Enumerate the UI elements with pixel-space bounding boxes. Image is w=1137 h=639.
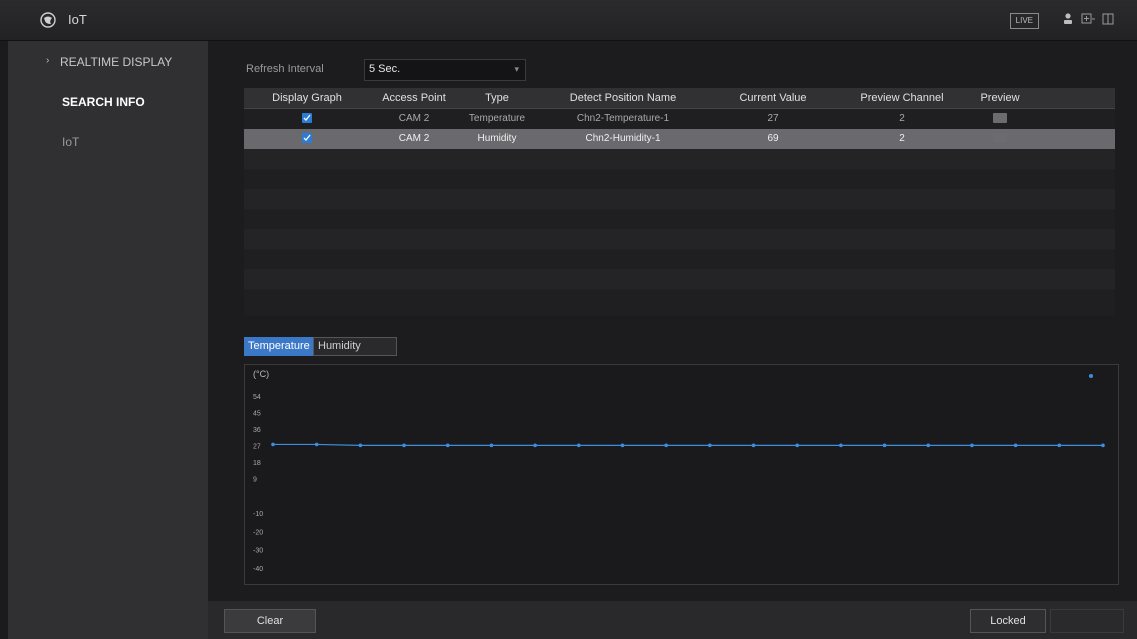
empty-row [244,289,1115,309]
sidebar-item-search-info[interactable]: SEARCH INFO [8,81,208,121]
data-point [445,443,450,448]
display-graph-checkbox[interactable] [302,113,312,123]
sidebar: › REALTIME DISPLAY SEARCH INFO IoT [8,41,208,639]
locked-button[interactable]: Locked [970,609,1046,633]
empty-row [244,209,1115,229]
refresh-interval-label: Refresh Interval [246,63,324,75]
y-tick-label: 27 [253,443,261,450]
iot-globe-icon [40,12,56,28]
data-point [576,443,581,448]
clear-button[interactable]: Clear [224,609,316,633]
app-title: IoT [68,12,87,27]
top-bar: IoT LIVE [0,0,1137,41]
col-current-value: Current Value [739,92,807,104]
tile-icon[interactable] [1101,12,1115,26]
y-tick-label: -10 [253,511,263,518]
data-point [970,443,974,448]
sidebar-item-realtime-display[interactable]: › REALTIME DISPLAY [8,41,208,81]
empty-row [244,229,1115,249]
data-point [795,443,800,448]
data-point [402,443,406,448]
col-preview: Preview [980,92,1020,104]
data-point [314,442,319,447]
current-value-cell: 69 [767,133,779,144]
y-tick-label: -40 [253,566,263,573]
data-point [271,442,275,447]
preview-channel-cell: 2 [899,133,905,144]
data-point [489,443,494,448]
bottom-bar: Clear Locked [208,601,1137,639]
table-row[interactable]: CAM 2 Humidity Chn2-Humidity-1 69 2 [244,129,1115,149]
data-point [1101,443,1105,448]
sidebar-item-label: IoT [62,135,80,149]
access-point-cell: CAM 2 [398,133,430,144]
preview-icon[interactable] [993,113,1007,123]
add-icon[interactable] [1081,12,1095,26]
y-tick-label: 18 [253,460,261,467]
type-cell: Humidity [477,133,517,144]
data-point [533,443,537,448]
sidebar-item-label: REALTIME DISPLAY [60,55,173,69]
detect-position-name-cell: Chn2-Humidity-1 [585,133,661,144]
col-access-point: Access Point [382,92,446,104]
tab-humidity[interactable]: Humidity [313,337,397,356]
data-point [620,443,625,448]
table-row[interactable]: CAM 2 Temperature Chn2-Temperature-1 27 … [244,109,1115,129]
y-axis-unit-label: (°C) [253,369,269,379]
refresh-interval-select[interactable]: 5 Sec. ▾ [364,59,526,81]
empty-row [244,189,1115,209]
data-point [1057,443,1062,448]
empty-row [244,269,1115,289]
tab-temperature[interactable]: Temperature [244,337,317,356]
y-tick-label: -20 [253,529,263,536]
data-point [664,443,668,448]
sidebar-item-iot[interactable]: IoT [8,121,208,161]
data-point [708,443,712,448]
data-point [358,443,363,448]
user-icon[interactable] [1061,12,1075,26]
data-point [839,443,843,448]
type-cell: Temperature [468,113,526,124]
preview-icon[interactable] [993,133,1007,143]
data-point [926,443,931,448]
preview-channel-cell: 2 [899,113,905,124]
y-tick-label: -30 [253,548,263,555]
detect-position-name-cell: Chn2-Temperature-1 [576,113,670,124]
temperature-series-line [273,443,1103,446]
y-tick-label: 36 [253,427,261,434]
y-tick-label: 9 [253,476,257,483]
sensor-table: Display Graph Access Point Type Detect P… [244,88,1115,316]
chart-svg: (°C) 54 45 36 27 18 9 -10 -20 -30 -40 [253,369,1105,573]
col-display-graph: Display Graph [272,92,342,104]
table-header: Display Graph Access Point Type Detect P… [244,88,1115,109]
y-tick-label: 45 [253,410,261,417]
sidebar-item-label: SEARCH INFO [62,95,145,109]
temperature-chart: (°C) 54 45 36 27 18 9 -10 -20 -30 -40 [244,364,1119,585]
current-value-cell: 27 [767,113,779,124]
empty-row [244,149,1115,169]
col-detect-position-name: Detect Position Name [569,92,677,104]
data-point [1013,443,1018,448]
empty-row [244,249,1115,269]
data-point [751,443,756,448]
chevron-down-icon: ▾ [514,64,519,74]
y-tick-label: 54 [253,394,261,401]
access-point-cell: CAM 2 [398,113,430,124]
legend-marker [1089,374,1093,378]
data-point [882,443,887,448]
disabled-button [1050,609,1124,633]
empty-row [244,169,1115,189]
main-panel: Refresh Interval 5 Sec. ▾ Display Graph … [208,41,1137,639]
chevron-right-icon: › [46,55,50,66]
live-button[interactable]: LIVE [1009,13,1039,29]
refresh-interval-value: 5 Sec. [369,63,401,75]
col-preview-channel: Preview Channel [860,92,944,104]
display-graph-checkbox[interactable] [302,133,312,143]
col-type: Type [485,92,509,104]
